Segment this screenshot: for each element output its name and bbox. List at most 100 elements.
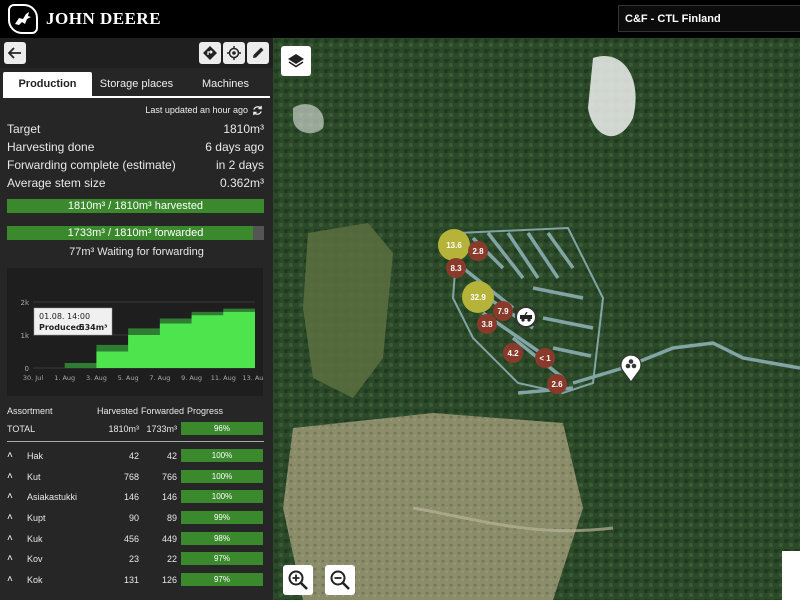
col-assortment: Assortment bbox=[7, 406, 53, 416]
row-forwarded: 146 bbox=[161, 491, 177, 502]
chevron-up-icon[interactable]: ˄ bbox=[7, 450, 27, 461]
table-row[interactable]: ˄ Kov 23 22 97% bbox=[7, 551, 267, 566]
storage-marker[interactable] bbox=[619, 353, 643, 384]
stat-label: Target bbox=[7, 122, 41, 136]
volume-pin[interactable]: 7.9 bbox=[493, 301, 513, 321]
table-row[interactable]: ˄ Kok 131 126 97% bbox=[7, 572, 267, 587]
table-row[interactable]: ˄ Kuk 456 449 98% bbox=[7, 531, 267, 546]
volume-pin-large[interactable]: 32.9 bbox=[462, 281, 494, 313]
harvester-icon bbox=[520, 312, 532, 322]
row-name: Kupt bbox=[27, 512, 46, 523]
harvested-progress-bar: 1810m³ / 1810m³ harvested bbox=[7, 199, 264, 213]
stat-value: in 2 days bbox=[215, 158, 264, 172]
back-button[interactable] bbox=[4, 42, 26, 64]
forwarded-progress-bar: 1733m³ / 1810m³ forwarded bbox=[7, 226, 264, 240]
chevron-up-icon[interactable]: ˄ bbox=[7, 553, 27, 564]
volume-pin[interactable]: 2.8 bbox=[468, 241, 488, 261]
tab-storage-places[interactable]: Storage places bbox=[92, 72, 181, 96]
x-tick-label: 5. Aug bbox=[118, 374, 139, 382]
volume-pin[interactable]: 4.2 bbox=[503, 343, 523, 363]
locate-button[interactable] bbox=[223, 42, 245, 64]
row-harvested: 131 bbox=[123, 574, 139, 585]
row-name: Kut bbox=[27, 471, 41, 482]
zoom-out-icon bbox=[330, 570, 350, 590]
stat-average-stem-size: Average stem size 0.362m³ bbox=[0, 174, 273, 192]
last-updated-text: Last updated an hour ago bbox=[145, 105, 248, 115]
row-harvested: 90 bbox=[128, 512, 139, 523]
tooltip-value: 534m³ bbox=[79, 323, 108, 332]
table-row[interactable]: ˄ Asiakastukki 146 146 100% bbox=[7, 489, 267, 504]
last-updated: Last updated an hour ago bbox=[0, 103, 273, 117]
refresh-icon[interactable] bbox=[252, 105, 263, 116]
pencil-icon bbox=[253, 47, 264, 58]
x-tick-label: 3. Aug bbox=[86, 374, 107, 382]
y-tick-label: 0 bbox=[25, 365, 29, 373]
stat-harvesting-done: Harvesting done 6 days ago bbox=[0, 138, 273, 156]
brand-name: JOHN DEERE bbox=[46, 9, 162, 28]
row-progress: 98% bbox=[181, 532, 263, 545]
table-row[interactable]: ˄ Kut 768 766 100% bbox=[7, 469, 267, 484]
harvester-marker[interactable] bbox=[515, 306, 537, 328]
harvested-progress-label: 1810m³ / 1810m³ harvested bbox=[67, 200, 204, 212]
x-tick-label: 30. Jul bbox=[23, 374, 43, 382]
volume-pin[interactable]: 8.3 bbox=[446, 258, 466, 278]
chevron-up-icon[interactable]: ˄ bbox=[7, 491, 27, 502]
arrow-left-icon bbox=[8, 47, 21, 59]
x-tick-label: 7. Aug bbox=[149, 374, 170, 382]
zoom-out-button[interactable] bbox=[325, 565, 355, 595]
zoom-in-button[interactable] bbox=[283, 565, 313, 595]
x-tick-label: 1. Aug bbox=[54, 374, 75, 382]
row-progress: 97% bbox=[181, 573, 263, 586]
stat-target: Target 1810m³ bbox=[0, 120, 273, 138]
tab-machines[interactable]: Machines bbox=[181, 72, 270, 96]
row-name: Hak bbox=[27, 450, 44, 461]
chevron-up-icon[interactable]: ˄ bbox=[7, 574, 27, 585]
zoom-in-icon bbox=[288, 570, 308, 590]
crosshair-icon bbox=[227, 46, 241, 60]
row-forwarded: 22 bbox=[166, 553, 177, 564]
row-harvested: 42 bbox=[128, 450, 139, 461]
layers-button[interactable] bbox=[281, 46, 311, 76]
map-side-control[interactable] bbox=[782, 551, 800, 600]
organization-select[interactable]: C&F - CTL Finland bbox=[618, 5, 800, 32]
production-chart[interactable]: 0 1k 2k 30. Jul 1. Aug 3. Aug 5. Aug 7. Aug 9. … bbox=[7, 268, 268, 396]
volume-pin[interactable]: < 1 bbox=[535, 348, 555, 368]
chevron-up-icon[interactable]: ˄ bbox=[7, 512, 27, 523]
row-harvested: 768 bbox=[123, 471, 139, 482]
brand-logo[interactable]: JOHN DEERE bbox=[8, 4, 161, 34]
directions-icon bbox=[203, 46, 217, 60]
volume-pin-large[interactable]: 13.6 bbox=[438, 229, 470, 261]
row-name: Asiakastukki bbox=[27, 491, 78, 502]
tooltip-label: Produced: bbox=[39, 323, 85, 332]
tab-production[interactable]: Production bbox=[3, 72, 92, 96]
row-forwarded: 1733m³ bbox=[146, 423, 177, 434]
directions-button[interactable] bbox=[199, 42, 221, 64]
deer-icon bbox=[8, 4, 38, 34]
panel-toolbar bbox=[0, 38, 273, 68]
row-progress: 96% bbox=[181, 422, 263, 435]
table-row[interactable]: ˄ Kupt 90 89 99% bbox=[7, 510, 267, 525]
volume-pin[interactable]: 2.6 bbox=[547, 374, 567, 394]
table-header: Assortment Harvested Forwarded Progress bbox=[7, 406, 267, 416]
row-name: Kuk bbox=[27, 533, 43, 544]
stat-value: 1810m³ bbox=[223, 122, 264, 136]
row-progress: 99% bbox=[181, 511, 263, 524]
table-row[interactable]: ˄ Hak 42 42 100% bbox=[7, 448, 267, 463]
y-tick-label: 2k bbox=[20, 299, 29, 307]
satellite-map[interactable]: 13.6 2.8 8.3 32.9 7.9 3.8 4.2 < 1 2.6 bbox=[273, 38, 800, 600]
row-name: TOTAL bbox=[7, 423, 36, 434]
tab-underline bbox=[3, 96, 270, 98]
y-tick-label: 1k bbox=[20, 332, 29, 340]
row-progress: 100% bbox=[181, 490, 263, 503]
layers-icon bbox=[288, 54, 304, 68]
row-progress: 100% bbox=[181, 449, 263, 462]
volume-pin[interactable]: 3.8 bbox=[477, 314, 497, 334]
col-progress: Progress bbox=[187, 406, 224, 416]
stat-label: Average stem size bbox=[7, 176, 106, 190]
row-forwarded: 126 bbox=[161, 574, 177, 585]
x-tick-label: 11. Aug bbox=[211, 374, 236, 382]
edit-button[interactable] bbox=[247, 42, 269, 64]
chevron-up-icon[interactable]: ˄ bbox=[7, 533, 27, 544]
chevron-up-icon[interactable]: ˄ bbox=[7, 471, 27, 482]
top-bar: JOHN DEERE C&F - CTL Finland bbox=[0, 0, 800, 38]
